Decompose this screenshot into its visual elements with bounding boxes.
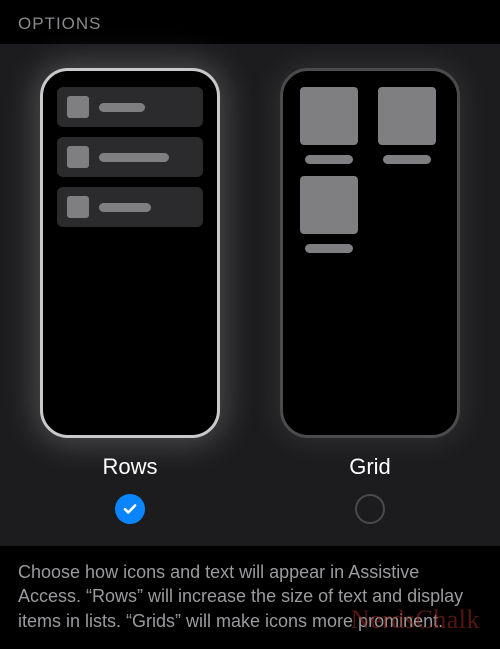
section-header: OPTIONS — [0, 0, 500, 44]
options-row: Rows — [20, 68, 480, 524]
option-rows-radio[interactable] — [115, 494, 145, 524]
preview-grid-label — [305, 244, 353, 253]
preview-row-icon — [67, 196, 89, 218]
preview-row — [57, 187, 203, 227]
rows-preview-frame — [40, 68, 220, 438]
preview-row-label — [99, 153, 169, 162]
option-grid-radio[interactable] — [355, 494, 385, 524]
preview-row-label — [99, 203, 151, 212]
preview-grid-label — [305, 155, 353, 164]
grid-wrap — [297, 87, 443, 253]
footer-text: Choose how icons and text will appear in… — [18, 562, 463, 631]
preview-grid-item — [375, 87, 439, 164]
preview-grid-item — [297, 176, 361, 253]
preview-row-icon — [67, 146, 89, 168]
section-footer: Choose how icons and text will appear in… — [0, 546, 500, 649]
preview-grid-item — [297, 87, 361, 164]
preview-row-label — [99, 103, 145, 112]
option-grid[interactable]: Grid — [270, 68, 470, 524]
preview-grid-label — [383, 155, 431, 164]
preview-row-icon — [67, 96, 89, 118]
preview-row — [57, 137, 203, 177]
preview-grid-icon — [300, 176, 358, 234]
grid-preview-frame — [280, 68, 460, 438]
option-rows-label: Rows — [102, 454, 157, 480]
preview-row — [57, 87, 203, 127]
preview-grid-icon — [300, 87, 358, 145]
checkmark-icon — [122, 501, 138, 517]
preview-grid-icon — [378, 87, 436, 145]
options-panel: Rows — [0, 44, 500, 546]
option-grid-label: Grid — [349, 454, 391, 480]
option-rows[interactable]: Rows — [30, 68, 230, 524]
